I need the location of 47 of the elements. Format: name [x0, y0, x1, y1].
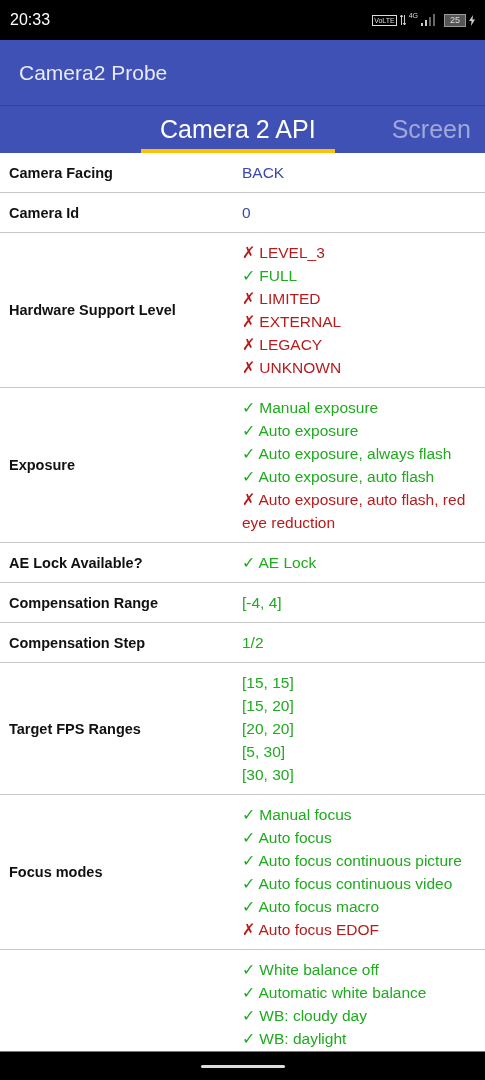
support-item: ✓ Auto exposure, always flash	[242, 444, 453, 464]
value-text: 1/2	[242, 633, 265, 653]
value-text: [5, 30]	[242, 742, 287, 762]
support-item: ✓ Auto focus macro	[242, 897, 381, 917]
row-label: Exposure	[9, 457, 76, 473]
row-label: Compensation Step	[9, 634, 146, 651]
support-item: ✓ Automatic white balance	[242, 983, 428, 1003]
value-text: 0	[242, 203, 252, 223]
battery-icon: 25	[444, 13, 466, 27]
row-label: Compensation Range	[9, 594, 159, 611]
support-item: ✗ LEVEL_3	[242, 243, 326, 263]
support-item: ✗ LEGACY	[242, 335, 324, 355]
row-label: Focus modes	[9, 864, 103, 880]
support-item: ✓ WB: daylight	[242, 1029, 348, 1049]
support-item: ✓ White balance off	[242, 960, 380, 980]
value-text: [-4, 4]	[242, 593, 283, 613]
clock: 20:33	[10, 11, 51, 29]
app-title: Camera2 Probe	[19, 60, 168, 85]
value-text: [15, 20]	[242, 696, 295, 716]
row-label: Camera Id	[9, 204, 80, 221]
tab[interactable]: Camera 2 API	[141, 106, 335, 153]
support-item: ✗ Auto exposure, auto flash, red eye reduction	[242, 490, 467, 533]
value-text: [30, 30]	[242, 765, 295, 785]
data-arrows-icon	[399, 15, 406, 25]
row-label: Camera Facing	[9, 164, 113, 181]
support-item: ✓ Auto focus continuous video	[242, 874, 454, 894]
support-item: ✗ UNKNOWN	[242, 358, 343, 378]
support-item: ✓ Auto focus continuous picture	[242, 851, 463, 871]
support-item: ✓ Auto focus	[242, 828, 333, 848]
support-item: ✓ AE Lock	[242, 553, 318, 573]
support-item: ✗ Auto focus EDOF	[242, 920, 381, 940]
value-text: [15, 15]	[242, 673, 295, 693]
support-item: ✗ LIMITED	[242, 289, 322, 309]
support-item: ✓ FULL	[242, 266, 299, 286]
row-label: Hardware Support Level	[9, 302, 176, 318]
support-item: ✓ Manual focus	[242, 805, 353, 825]
home-handle[interactable]	[200, 1064, 285, 1068]
support-item: ✓ Manual exposure	[242, 398, 380, 418]
value-text: BACK	[242, 163, 286, 183]
support-item: ✓ Auto exposure, auto flash	[242, 467, 436, 487]
value-text: [20, 20]	[242, 719, 295, 739]
row-label: AE Lock Available?	[9, 554, 143, 571]
signal-icon	[421, 14, 435, 26]
row-label: Target FPS Ranges	[9, 720, 141, 737]
support-item: ✓ Auto exposure	[242, 421, 360, 441]
support-item: ✓ WB: cloudy day	[242, 1006, 368, 1026]
support-item: ✗ EXTERNAL	[242, 312, 343, 332]
